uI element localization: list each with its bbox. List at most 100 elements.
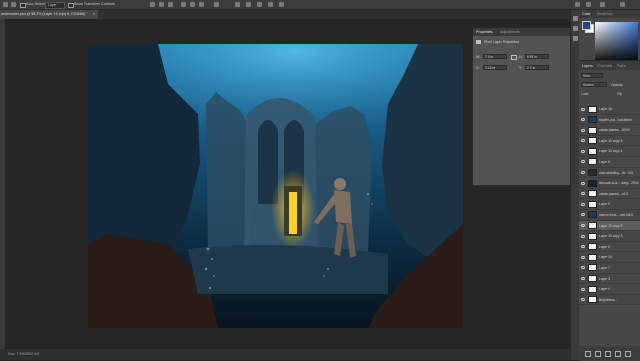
- history-icon[interactable]: [572, 16, 578, 21]
- visibility-eye-icon[interactable]: [581, 224, 585, 228]
- layer-row[interactable]: ocean-waves...-6000: [579, 125, 640, 136]
- workspace-icon[interactable]: [586, 2, 591, 7]
- blend-mode-dropdown[interactable]: Screen: [581, 82, 607, 87]
- layer-row[interactable]: Layer 3: [579, 274, 640, 285]
- pan-3d-icon[interactable]: [268, 2, 273, 7]
- height-field[interactable]: 6.51 in: [525, 54, 549, 59]
- layer-thumbnail: [588, 126, 597, 134]
- tab-layers[interactable]: Layers: [582, 64, 593, 68]
- align-bottom-icon[interactable]: [199, 2, 204, 7]
- layer-thumbnail: [588, 296, 597, 304]
- visibility-eye-icon[interactable]: [581, 234, 585, 238]
- layer-row[interactable]: Layer 15 copy 6: [579, 220, 640, 232]
- layer-row[interactable]: Layer 9: [579, 199, 640, 210]
- layer-row[interactable]: Brightness...: [579, 295, 640, 306]
- layer-name: Layer 4: [599, 287, 610, 292]
- visibility-eye-icon[interactable]: [581, 277, 585, 280]
- tab-color[interactable]: Color: [582, 12, 591, 16]
- document-tab[interactable]: underwater.psd @ 58.2% (Layer 15 copy 6,…: [0, 10, 98, 19]
- brush-settings-icon[interactable]: [572, 26, 578, 31]
- auto-select-target-value: Layer: [48, 3, 57, 7]
- layer-row[interactable]: Layer 4: [579, 284, 640, 295]
- layer-row[interactable]: ocean-waves...-of-0: [579, 189, 640, 200]
- layer-row[interactable]: Layer 8: [579, 242, 640, 253]
- visibility-eye-icon[interactable]: [581, 128, 585, 132]
- foreground-color-swatch-top[interactable]: [582, 21, 591, 30]
- align-left-icon[interactable]: [150, 2, 155, 7]
- visibility-eye-icon[interactable]: [581, 118, 585, 122]
- layer-row[interactable]: Layer 15 copy 5: [579, 136, 640, 147]
- layer-row[interactable]: Layer 6: [579, 157, 640, 168]
- slide-3d-icon[interactable]: [279, 2, 284, 7]
- layer-row[interactable]: Layer 15 copy 3: [579, 231, 640, 242]
- layer-name: Brightness...: [599, 297, 618, 302]
- layer-kind-filter[interactable]: Kind: [581, 73, 603, 78]
- visibility-eye-icon[interactable]: [581, 245, 585, 249]
- document-canvas[interactable]: [88, 44, 463, 328]
- tab-properties[interactable]: Properties: [476, 30, 492, 34]
- layer-thumbnail: [588, 211, 597, 219]
- layer-row[interactable]: Layer 7: [579, 263, 640, 274]
- visibility-eye-icon[interactable]: [581, 160, 585, 164]
- share-icon[interactable]: [600, 2, 605, 7]
- orbit-icon[interactable]: [246, 2, 251, 7]
- show-transform-checkbox[interactable]: [68, 2, 74, 8]
- visibility-eye-icon[interactable]: [581, 298, 585, 302]
- tab-paths[interactable]: Paths: [617, 64, 626, 68]
- align-middle-icon[interactable]: [190, 2, 195, 7]
- add-mask-icon[interactable]: [605, 351, 611, 357]
- layer-row[interactable]: man-standing...0fr...001: [579, 168, 640, 179]
- opacity-label: Opacity:: [611, 82, 624, 87]
- visibility-eye-icon[interactable]: [581, 192, 585, 196]
- layer-row[interactable]: man-in-blue-...ant-0401: [579, 210, 640, 221]
- visibility-eye-icon[interactable]: [581, 202, 585, 206]
- options-bar: Auto-Select: Layer Show Transform Contro…: [0, 0, 640, 10]
- visibility-eye-icon[interactable]: [581, 287, 585, 291]
- 3d-mode-icon[interactable]: [235, 2, 240, 7]
- visibility-eye-icon[interactable]: [581, 149, 585, 153]
- align-right-icon[interactable]: [168, 2, 173, 7]
- delete-layer-icon[interactable]: [625, 351, 631, 357]
- layer-thumbnail: [588, 179, 597, 187]
- move-tool-icon[interactable]: [11, 2, 16, 7]
- tab-adjustments[interactable]: Adjustments: [500, 30, 520, 34]
- color-picker-field[interactable]: [595, 22, 638, 64]
- auto-select-checkbox[interactable]: [20, 2, 26, 8]
- close-icon[interactable]: ×: [93, 12, 95, 16]
- align-top-icon[interactable]: [181, 2, 186, 7]
- layer-row[interactable]: shutter-ynz...scrubbed: [579, 115, 640, 126]
- distribute-icon[interactable]: [214, 2, 219, 7]
- visibility-eye-icon[interactable]: [581, 181, 585, 185]
- layer-thumbnail: [588, 158, 597, 166]
- link-layers-icon[interactable]: [585, 351, 591, 357]
- layer-row[interactable]: Layer 18: [579, 104, 640, 115]
- align-center-icon[interactable]: [159, 2, 164, 7]
- visibility-eye-icon[interactable]: [581, 255, 585, 259]
- visibility-eye-icon[interactable]: [581, 107, 585, 111]
- link-icon[interactable]: [511, 55, 517, 60]
- visibility-eye-icon[interactable]: [581, 266, 585, 270]
- tab-swatches[interactable]: Swatches: [597, 12, 613, 16]
- home-icon[interactable]: [3, 2, 8, 7]
- layer-row[interactable]: Layer 10: [579, 252, 640, 263]
- visibility-eye-icon[interactable]: [581, 139, 585, 143]
- visibility-eye-icon[interactable]: [581, 171, 585, 175]
- layer-thumbnail: [588, 200, 597, 208]
- y-label: Y:: [519, 66, 523, 70]
- width-field[interactable]: 7.9 in: [483, 54, 507, 59]
- window-controls-icon[interactable]: [620, 2, 625, 7]
- layer-thumbnail: [588, 105, 597, 113]
- layer-row[interactable]: Layer 15 copy 4: [579, 146, 640, 157]
- x-field[interactable]: 3.12 in: [483, 65, 507, 70]
- properties-icon[interactable]: [572, 36, 578, 41]
- auto-select-target-dropdown[interactable]: Layer: [45, 1, 65, 9]
- y-field[interactable]: 2.7 in: [525, 65, 549, 70]
- roll-icon[interactable]: [257, 2, 262, 7]
- visibility-eye-icon[interactable]: [581, 213, 585, 217]
- layer-thumbnail: [588, 275, 597, 282]
- layer-style-icon[interactable]: [595, 351, 601, 357]
- tab-channels[interactable]: Channels: [597, 64, 612, 68]
- new-layer-icon[interactable]: [615, 351, 621, 357]
- search-icon[interactable]: [575, 2, 580, 7]
- layer-row[interactable]: silhouet-of-a-...dong...2004: [579, 178, 640, 189]
